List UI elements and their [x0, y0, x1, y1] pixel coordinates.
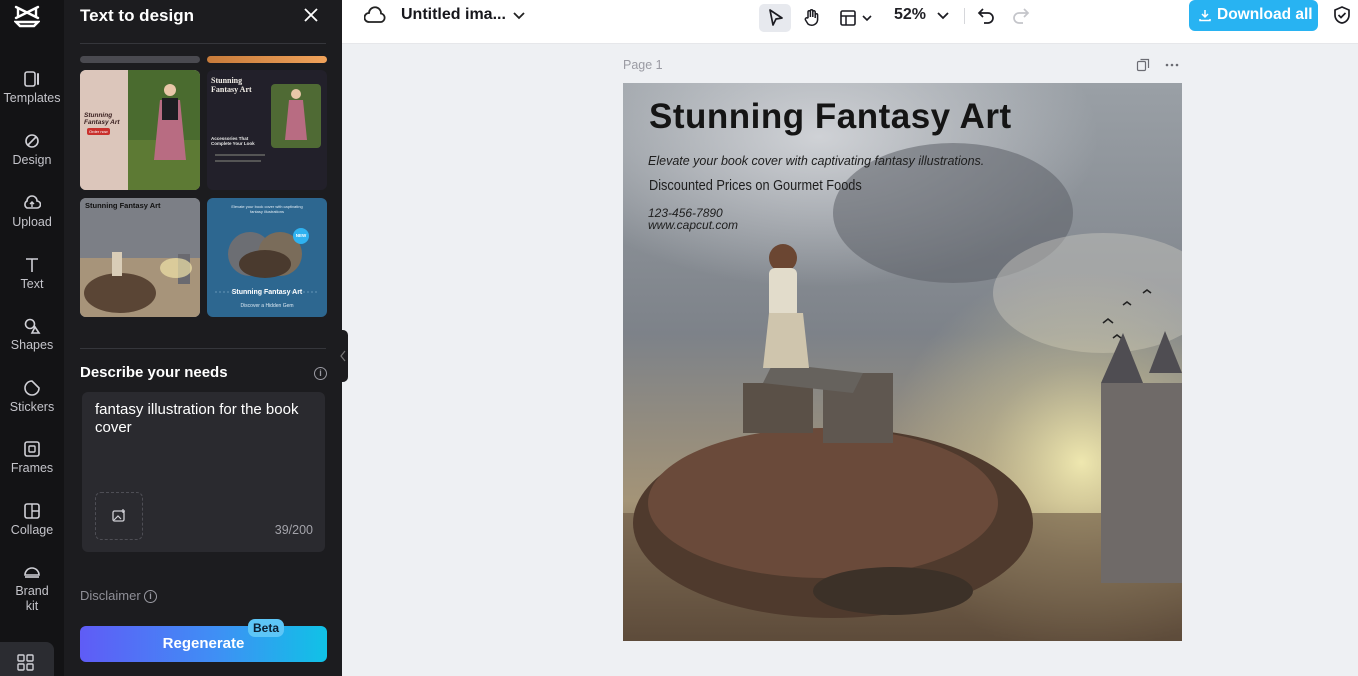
cloud-save-icon[interactable] — [364, 5, 386, 27]
rail-item-collage[interactable]: Collage — [0, 502, 64, 537]
template-top-text: Elevate your book cover with captivating… — [231, 204, 303, 214]
template-thumb-1[interactable]: Stunning Fantasy Art Order now — [80, 70, 200, 190]
upload-cloud-icon — [24, 195, 41, 209]
templates-icon — [24, 71, 39, 87]
chevron-down-icon[interactable] — [936, 9, 950, 23]
chevron-left-icon — [340, 350, 346, 362]
new-badge: NEW — [295, 233, 307, 238]
disclaimer-label: Disclaimer — [80, 588, 141, 603]
more-options-icon[interactable] — [1164, 58, 1180, 72]
rail-item-shapes[interactable]: Shapes — [0, 317, 64, 352]
rail-item-brand-kit[interactable]: Brand kit — [0, 563, 64, 614]
beta-badge: Beta — [248, 619, 285, 637]
template-preview-image — [80, 198, 200, 317]
text-icon — [26, 258, 38, 272]
template-thumb-4[interactable]: Elevate your book cover with captivating… — [207, 198, 327, 317]
rail-label: Frames — [10, 461, 54, 475]
template-title: Stunning Fantasy Art — [211, 76, 252, 94]
char-count: 39/200 — [274, 523, 313, 537]
shapes-icon — [24, 318, 41, 334]
prompt-textarea[interactable]: fantasy illustration for the book cover … — [82, 392, 325, 552]
document-title[interactable]: Untitled ima... — [401, 6, 506, 24]
redo-icon[interactable] — [1011, 5, 1031, 25]
apps-grid-icon — [17, 654, 34, 671]
rail-item-upload[interactable]: Upload — [0, 194, 64, 229]
brand-kit-icon — [24, 567, 40, 578]
rail-label: Templates — [3, 91, 61, 105]
zoom-level[interactable]: 52% — [894, 6, 926, 24]
template-title: Stunning Fantasy Art — [85, 201, 161, 210]
rail-label: Collage — [10, 523, 54, 537]
chevron-down-icon[interactable] — [512, 9, 526, 23]
canvas-title[interactable]: Stunning Fantasy Art — [649, 97, 1012, 137]
download-icon — [1199, 10, 1211, 22]
template-title: Stunning Fantasy Art — [84, 112, 120, 126]
template-preview-image — [215, 228, 319, 293]
design-icon — [25, 134, 39, 148]
left-rail: Templates Design Upload Text Shapes Stic… — [0, 0, 64, 676]
close-icon[interactable] — [302, 6, 320, 24]
hand-icon — [804, 9, 819, 26]
rail-label: Brand kit — [15, 584, 49, 613]
rail-item-frames[interactable]: Frames — [0, 440, 64, 475]
capcut-logo-icon — [14, 5, 40, 28]
stickers-icon — [24, 380, 40, 396]
select-tool-button[interactable] — [759, 4, 791, 32]
panel-title: Text to design — [80, 6, 194, 25]
rail-item-design[interactable]: Design — [0, 132, 64, 167]
prompt-value[interactable]: fantasy illustration for the book cover — [95, 401, 315, 437]
download-all-label: Download all — [1217, 6, 1313, 23]
design-canvas[interactable]: Stunning Fantasy Art Elevate your book c… — [623, 83, 1182, 641]
rail-label: Design — [12, 153, 52, 167]
regenerate-button[interactable]: Regenerate — [80, 626, 327, 662]
rail-label: Shapes — [10, 338, 54, 352]
divider — [80, 43, 326, 44]
shield-check-icon[interactable] — [1332, 5, 1352, 25]
describe-needs-title: Describe your needs — [80, 364, 228, 381]
template-button: Order now — [87, 128, 110, 135]
layout-icon — [840, 10, 856, 26]
image-upload-button[interactable] — [95, 492, 143, 540]
pointer-icon — [769, 9, 783, 26]
template-thumb-2[interactable]: Stunning Fantasy Art Accessories That Co… — [207, 70, 327, 190]
template-title: Stunning Fantasy Art — [231, 289, 303, 296]
rail-item-stickers[interactable]: Stickers — [0, 379, 64, 414]
layout-menu-button[interactable] — [836, 4, 876, 32]
rail-item-text[interactable]: Text — [0, 256, 64, 291]
disclaimer-info-icon[interactable]: i — [144, 590, 157, 603]
collage-icon — [24, 503, 40, 519]
template-heading: Accessories That Complete Your Look — [211, 136, 255, 146]
template-thumb-partial[interactable] — [207, 56, 327, 63]
undo-icon[interactable] — [976, 5, 996, 25]
duplicate-page-icon[interactable] — [1136, 58, 1150, 72]
info-icon[interactable]: i — [314, 367, 327, 380]
hand-tool-button[interactable] — [798, 4, 826, 32]
template-thumb-3[interactable]: Stunning Fantasy Art — [80, 198, 200, 317]
canvas-website[interactable]: www.capcut.com — [648, 219, 738, 231]
add-image-icon — [112, 509, 125, 522]
template-thumb-partial[interactable] — [80, 56, 200, 63]
disclaimer-link[interactable]: Disclaimer — [80, 588, 141, 603]
text-to-design-panel: Text to design Stunning Fantasy Art Orde… — [64, 0, 342, 676]
chevron-down-icon — [862, 15, 872, 22]
download-all-button[interactable]: Download all — [1189, 0, 1318, 31]
top-toolbar: Untitled ima... 52% Download all — [342, 0, 1358, 44]
collapse-panel-handle[interactable] — [339, 330, 348, 382]
rail-label: Text — [20, 277, 44, 291]
canvas-price-line[interactable]: Discounted Prices on Gourmet Foods — [649, 178, 862, 194]
rail-item-templates[interactable]: Templates — [0, 70, 64, 105]
canvas-subtitle[interactable]: Elevate your book cover with captivating… — [648, 154, 984, 168]
page-label: Page 1 — [623, 58, 663, 72]
divider — [80, 348, 326, 349]
frames-icon — [24, 441, 40, 457]
apps-button[interactable] — [0, 642, 54, 676]
template-subtitle: Discover a Hidden Gem — [240, 303, 294, 309]
rail-label: Upload — [12, 215, 52, 229]
rail-label: Stickers — [9, 400, 55, 414]
toolbar-divider — [964, 8, 965, 24]
